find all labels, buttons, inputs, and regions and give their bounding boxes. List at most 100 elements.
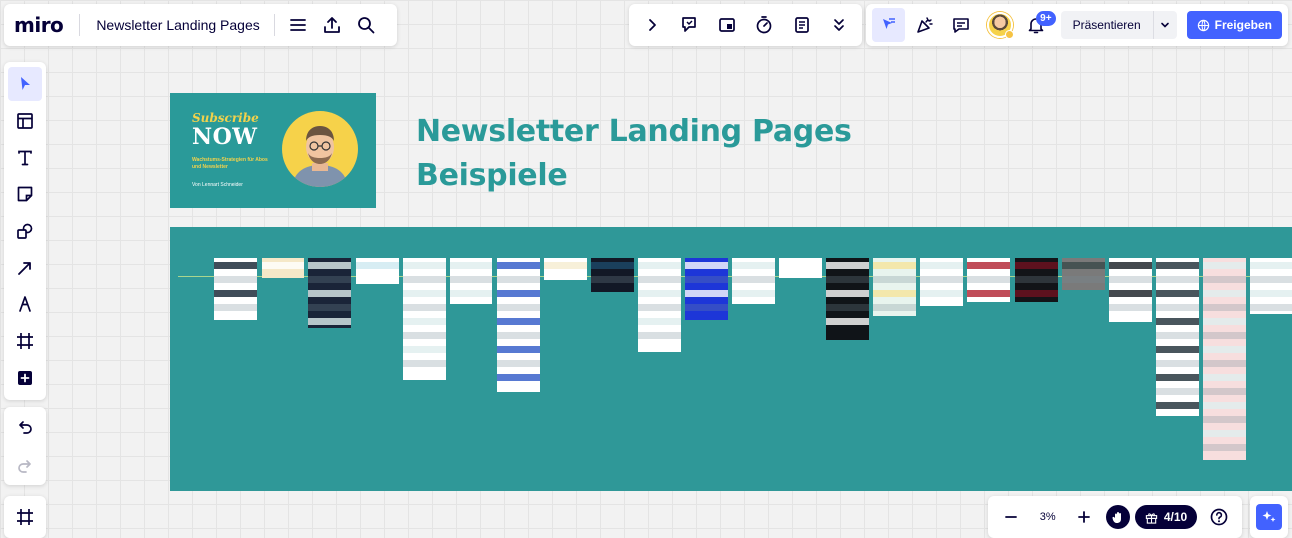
thumbnail-section bbox=[1203, 332, 1246, 339]
avatar bbox=[986, 12, 1014, 39]
ai-assistant-button[interactable] bbox=[1256, 504, 1282, 530]
landing-page-thumbnail[interactable] bbox=[967, 258, 1010, 302]
thumbnail-section bbox=[403, 360, 446, 367]
thumbnail-section bbox=[403, 262, 446, 269]
templates-tool[interactable] bbox=[8, 104, 42, 138]
frames-panel-toggle bbox=[4, 496, 46, 538]
reactions-pointer-button[interactable] bbox=[872, 8, 905, 42]
main-menu-button[interactable] bbox=[281, 8, 315, 42]
frame-tool[interactable] bbox=[8, 324, 42, 358]
present-options-button[interactable] bbox=[1152, 11, 1177, 39]
sticky-note-tool[interactable] bbox=[8, 177, 42, 211]
thumbnail-section bbox=[1015, 262, 1058, 269]
thumbnail-section bbox=[497, 304, 540, 311]
shapes-icon bbox=[17, 223, 33, 239]
thumbnail-section bbox=[1156, 304, 1199, 311]
present-button[interactable]: Präsentieren bbox=[1061, 18, 1153, 32]
thumbnail-section bbox=[920, 290, 963, 297]
more-apps-tool[interactable] bbox=[8, 361, 42, 395]
arrow-icon bbox=[18, 261, 31, 275]
zoom-in-button[interactable] bbox=[1067, 500, 1101, 534]
share-button[interactable]: Freigeben bbox=[1186, 11, 1282, 39]
cover-subtitle: Wachstums-Strategien für Abos und Newsle… bbox=[192, 157, 268, 170]
zoom-out-button[interactable] bbox=[994, 500, 1028, 534]
thumbnail-section bbox=[1203, 402, 1246, 409]
media-button[interactable] bbox=[710, 8, 744, 42]
thumbnail-section bbox=[403, 332, 446, 339]
onboarding-tasks-button[interactable]: 4/10 bbox=[1134, 505, 1198, 529]
timer-button[interactable] bbox=[747, 8, 781, 42]
landing-page-thumbnail[interactable] bbox=[873, 258, 916, 316]
help-button[interactable] bbox=[1202, 500, 1236, 534]
status-dot bbox=[1004, 30, 1014, 39]
cover-image[interactable]: Subscribe NOW Wachstums-Strategien für A… bbox=[170, 93, 376, 208]
user-avatar-button[interactable] bbox=[984, 8, 1017, 42]
landing-page-thumbnail[interactable] bbox=[732, 258, 775, 304]
celebrate-button[interactable] bbox=[909, 8, 942, 42]
expand-toolbar-button[interactable] bbox=[635, 8, 669, 42]
thumbnail-section bbox=[685, 262, 728, 269]
thumbnail-section bbox=[214, 276, 257, 283]
landing-page-thumbnail[interactable] bbox=[1109, 258, 1152, 322]
landing-page-thumbnail[interactable] bbox=[450, 258, 492, 304]
landing-page-thumbnail[interactable] bbox=[1250, 258, 1292, 314]
landing-page-thumbnail[interactable] bbox=[262, 258, 304, 278]
undo-button[interactable] bbox=[8, 410, 42, 444]
landing-page-thumbnail[interactable] bbox=[497, 258, 540, 392]
board-title[interactable]: Newsletter Landing Pages bbox=[96, 17, 259, 33]
thumbnail-section bbox=[826, 276, 869, 283]
landing-page-thumbnail[interactable] bbox=[214, 258, 257, 320]
search-button[interactable] bbox=[349, 8, 383, 42]
timer-icon bbox=[756, 16, 772, 34]
landing-page-thumbnail[interactable] bbox=[356, 258, 399, 284]
ai-assistant-panel bbox=[1250, 496, 1288, 538]
notifications-button[interactable]: 9+ bbox=[1020, 8, 1056, 42]
pen-tool[interactable] bbox=[8, 287, 42, 321]
undo-icon bbox=[19, 420, 32, 434]
landing-page-thumbnail[interactable] bbox=[308, 258, 351, 328]
frames-button[interactable] bbox=[8, 500, 42, 534]
landing-page-thumbnail[interactable] bbox=[1062, 258, 1105, 290]
hand-tool-button[interactable] bbox=[1106, 505, 1131, 529]
landing-page-thumbnail[interactable] bbox=[403, 258, 446, 380]
landing-page-thumbnail[interactable] bbox=[685, 258, 728, 320]
landing-page-thumbnail[interactable] bbox=[591, 258, 634, 292]
notification-badge: 9+ bbox=[1036, 11, 1056, 26]
chevron-down-icon bbox=[1161, 22, 1169, 28]
landing-page-thumbnail[interactable] bbox=[1203, 258, 1246, 460]
zoom-level[interactable]: 3% bbox=[1033, 511, 1063, 523]
notes-button[interactable] bbox=[785, 8, 819, 42]
shapes-tool[interactable] bbox=[8, 214, 42, 248]
collaboration-toolbar bbox=[629, 4, 862, 46]
miro-logo[interactable]: miro bbox=[14, 13, 64, 37]
landing-page-thumbnail[interactable] bbox=[638, 258, 681, 352]
minus-icon bbox=[1005, 516, 1017, 518]
board-heading[interactable]: Newsletter Landing Pages Beispiele bbox=[416, 110, 852, 198]
export-button[interactable] bbox=[315, 8, 349, 42]
landing-page-thumbnail[interactable] bbox=[920, 258, 963, 306]
thumbnail-section bbox=[450, 262, 492, 269]
comment-board-button[interactable] bbox=[672, 8, 706, 42]
landing-page-thumbnail[interactable] bbox=[544, 258, 587, 280]
landing-page-thumbnail[interactable] bbox=[1156, 258, 1199, 416]
thumbnail-section bbox=[1156, 360, 1199, 367]
thumbnail-section bbox=[826, 262, 869, 269]
more-tools-button[interactable] bbox=[822, 8, 856, 42]
connection-line-tool[interactable] bbox=[8, 251, 42, 285]
thumbnail-section bbox=[308, 290, 351, 297]
redo-button[interactable] bbox=[8, 449, 42, 483]
comments-button[interactable] bbox=[945, 8, 978, 42]
document-icon bbox=[794, 17, 809, 33]
board-heading-line2: Beispiele bbox=[416, 158, 568, 193]
thumbnail-section bbox=[1203, 444, 1246, 451]
thumbnail-section bbox=[403, 304, 446, 311]
text-tool[interactable] bbox=[8, 141, 42, 175]
landing-page-thumbnail[interactable] bbox=[826, 258, 869, 340]
thumbnail-section bbox=[308, 318, 351, 325]
select-tool[interactable] bbox=[8, 67, 42, 102]
thumbnail-section bbox=[1203, 304, 1246, 311]
landing-page-thumbnail[interactable] bbox=[779, 258, 822, 278]
thumbnail-section bbox=[591, 276, 634, 283]
landing-page-thumbnail[interactable] bbox=[1015, 258, 1058, 302]
frame-icon bbox=[17, 332, 33, 349]
